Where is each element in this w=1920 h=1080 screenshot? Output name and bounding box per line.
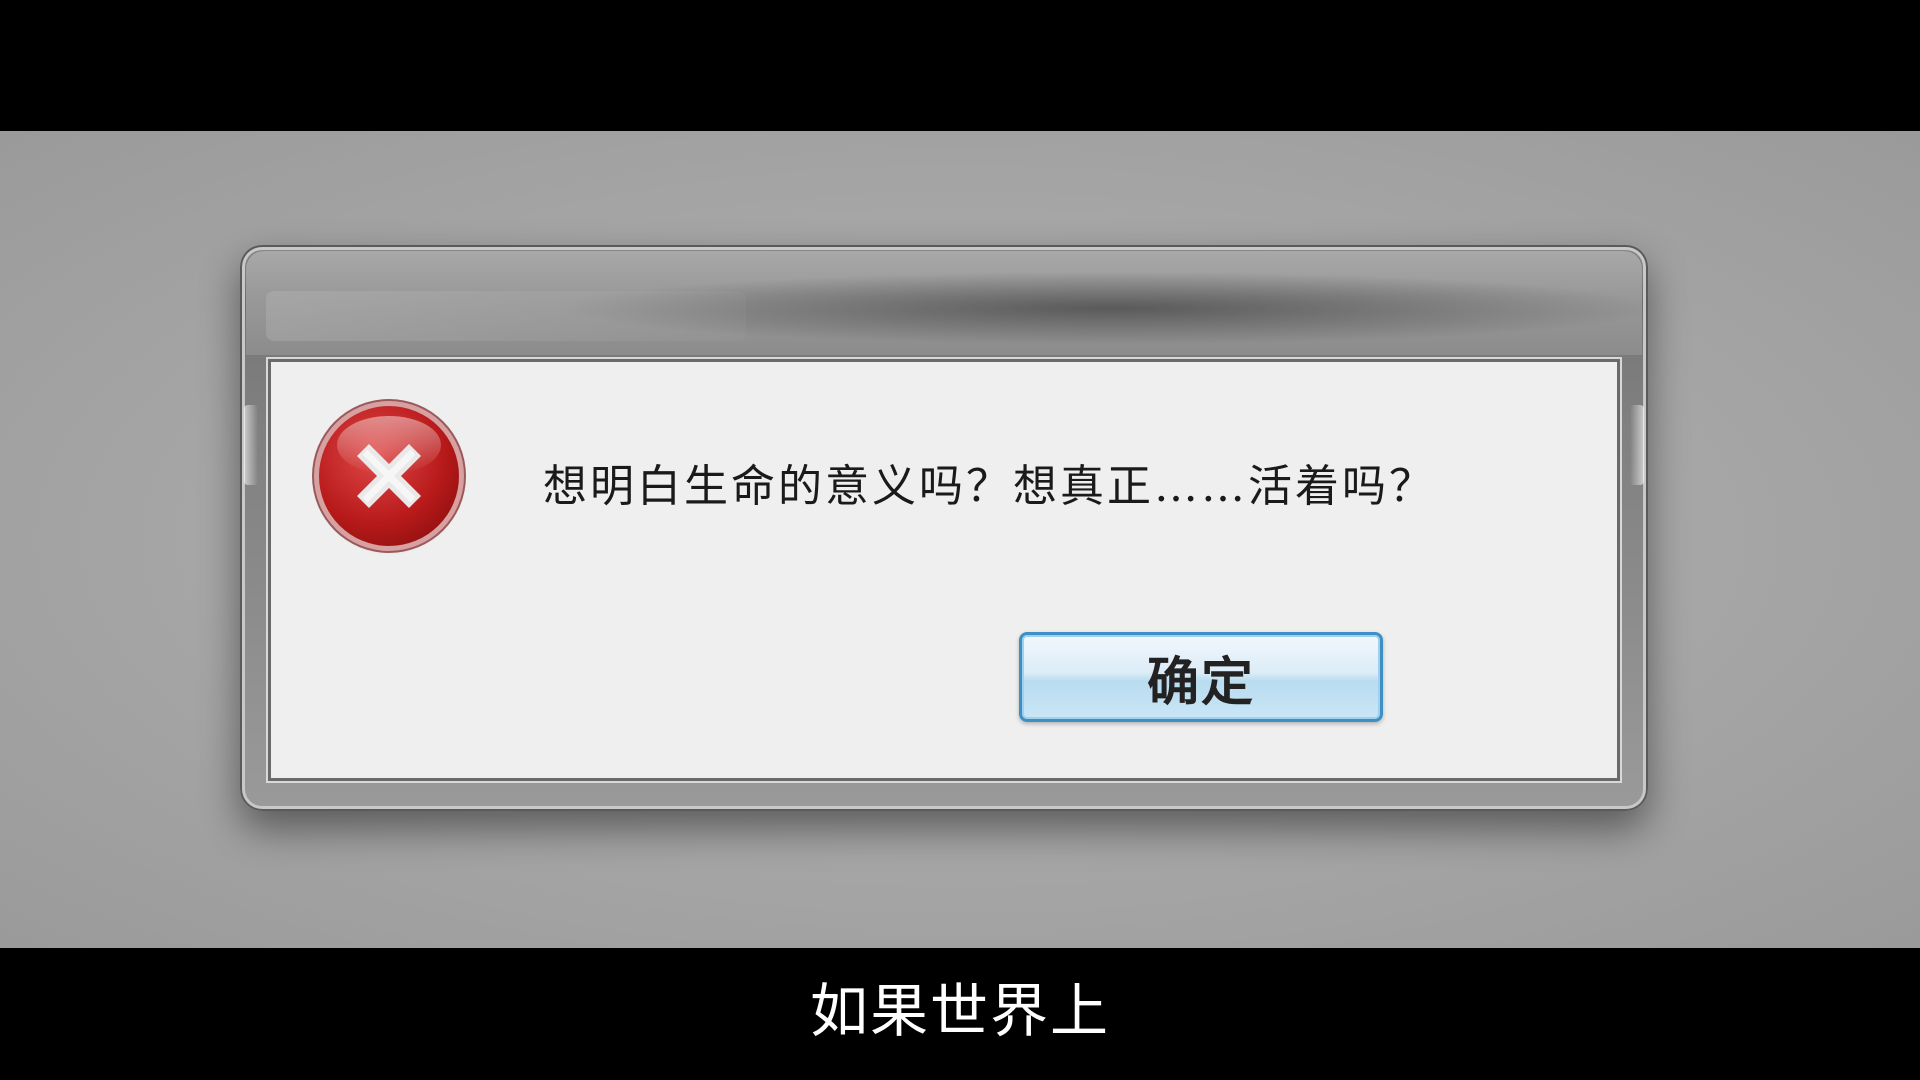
dialog-titlebar[interactable] (246, 251, 1642, 355)
letterbox-top (0, 0, 1920, 131)
titlebar-glass (266, 291, 746, 341)
x-mark-icon (356, 443, 422, 509)
frame-highlight-left (244, 405, 258, 485)
desktop-background: 想明白生命的意义吗？想真正……活着吗？ 确定 (0, 131, 1920, 948)
dialog-message: 想明白生命的意义吗？想真正……活着吗？ (543, 461, 1436, 512)
ok-button[interactable]: 确定 (1019, 632, 1383, 722)
error-x-icon (319, 406, 459, 546)
error-dialog: 想明白生命的意义吗？想真正……活着吗？ 确定 (240, 245, 1648, 811)
video-frame: 想明白生命的意义吗？想真正……活着吗？ 确定 如果世界上 (0, 0, 1920, 1080)
dialog-content: 想明白生命的意义吗？想真正……活着吗？ 确定 (268, 359, 1620, 781)
video-subtitle: 如果世界上 (809, 977, 1110, 1045)
frame-highlight-right (1630, 405, 1644, 485)
ok-button-label: 确定 (1146, 652, 1255, 713)
